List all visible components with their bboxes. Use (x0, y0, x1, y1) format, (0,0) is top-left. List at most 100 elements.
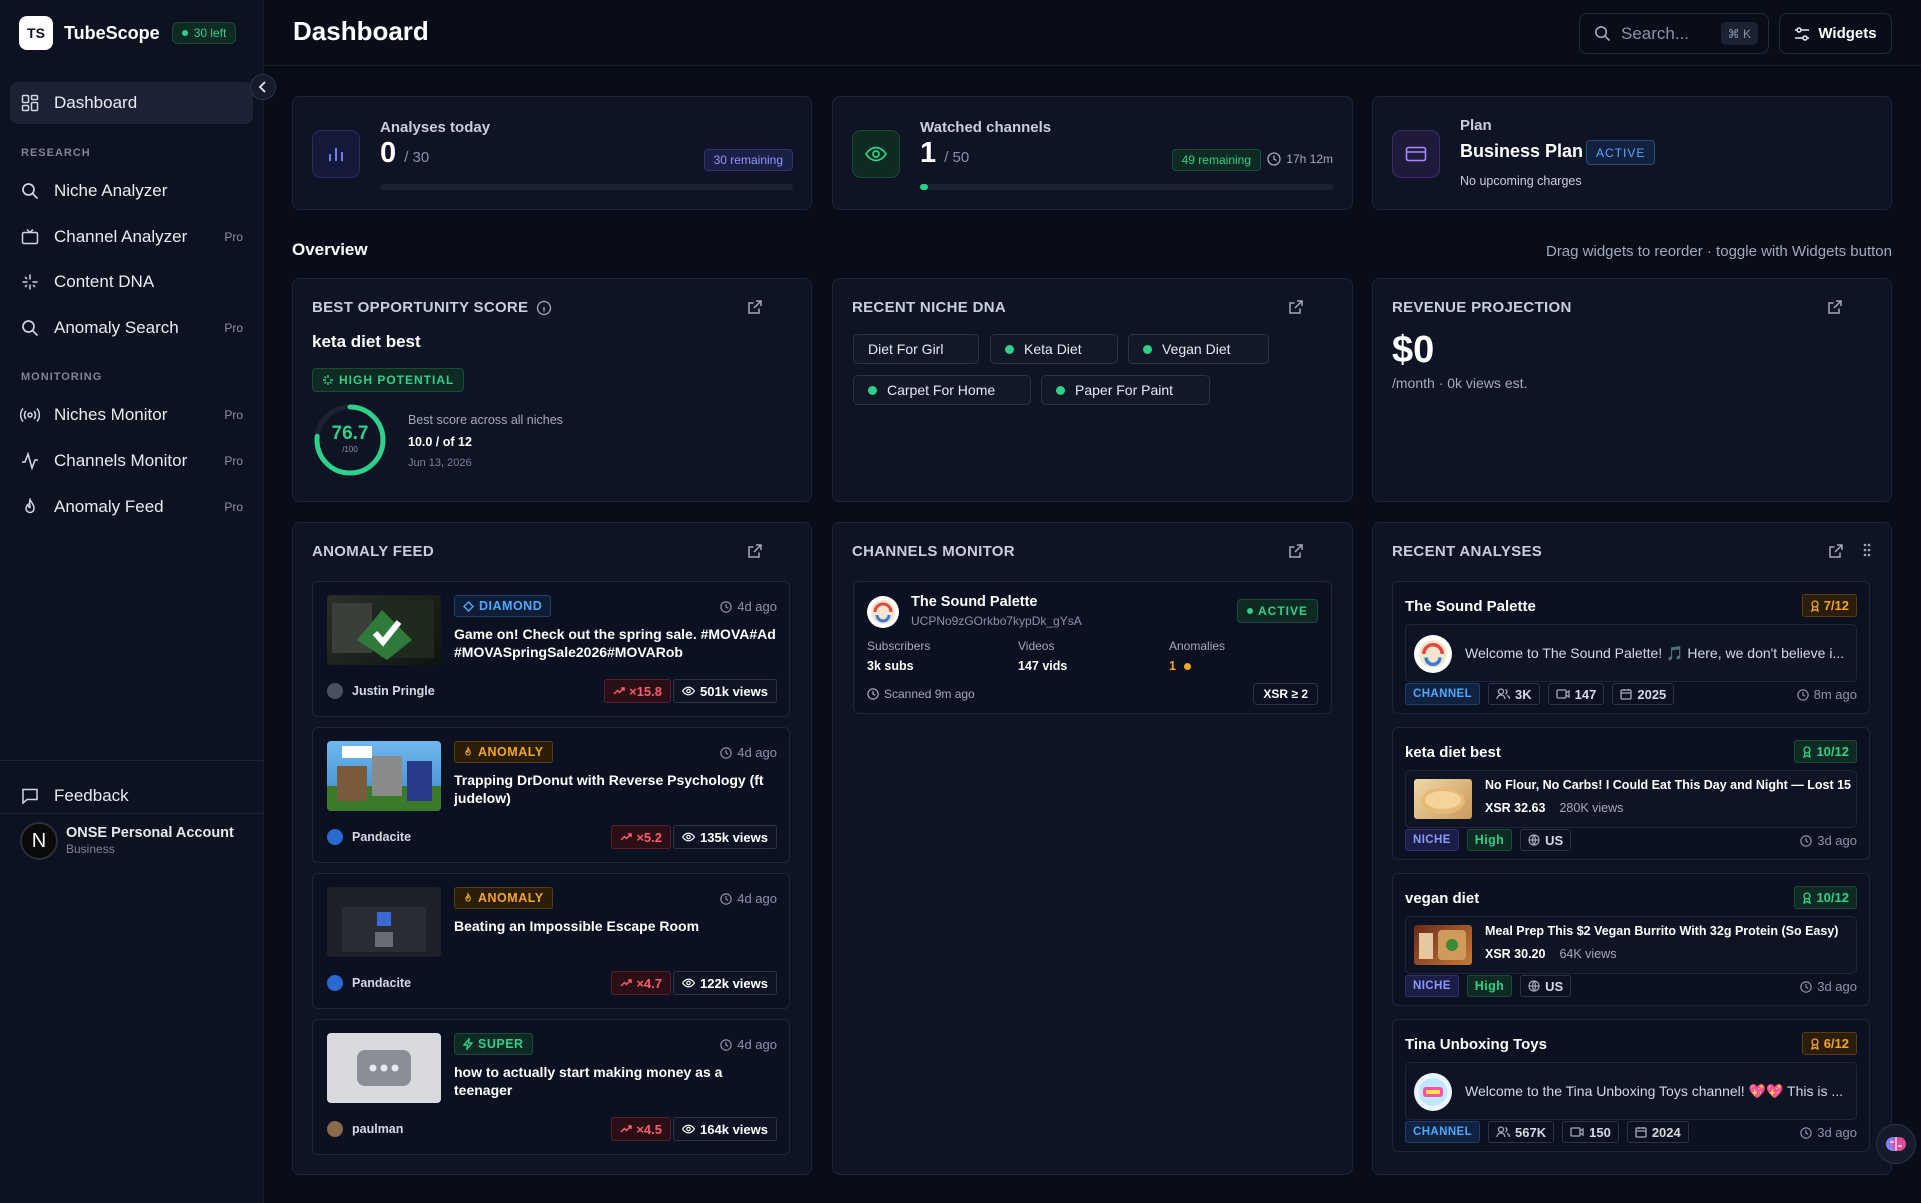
calendar-icon (1635, 1126, 1647, 1138)
chip-text: US (1545, 832, 1564, 848)
sidebar-item-content-dna[interactable]: Content DNA (10, 261, 253, 303)
author-name: Justin Pringle (352, 684, 435, 698)
sidebar-item-niches-monitor[interactable]: Niches Monitor Pro (10, 394, 253, 436)
credit-card-icon (1392, 130, 1440, 178)
sidebar-item-channel-analyzer[interactable]: Channel Analyzer Pro (10, 216, 253, 258)
status-dot (1005, 344, 1014, 354)
sidebar-item-anomaly-search[interactable]: Anomaly Search Pro (10, 307, 253, 349)
anomaly-item[interactable]: DIAMOND 4d ago Game on! Check out the sp… (312, 581, 790, 717)
external-link-icon[interactable] (1288, 543, 1304, 559)
analysis-name: vegan diet (1405, 890, 1480, 907)
remaining-badge: 30 remaining (703, 149, 793, 171)
channel-author[interactable]: Pandacite (327, 829, 411, 845)
channel-author[interactable]: Justin Pringle (327, 683, 435, 699)
time-text: 4d ago (737, 1037, 777, 1052)
score-detail: 10.0 / of 12 (408, 435, 472, 449)
score-badge: 10/12 (1794, 740, 1857, 763)
video-title[interactable]: Trapping DrDonut with Reverse Psychology… (454, 771, 779, 807)
monitored-channel-card[interactable]: The Sound Palette UCPNo9zGOrkbo7kypDk_gY… (853, 581, 1332, 714)
multiplier-text: ×4.7 (636, 975, 662, 991)
collapse-sidebar-button[interactable] (250, 74, 276, 100)
video-title[interactable]: Game on! Check out the spring sale. #MOV… (454, 625, 779, 661)
external-link-icon[interactable] (1827, 299, 1843, 315)
level-badge: High (1466, 975, 1513, 997)
users-icon (1496, 688, 1511, 700)
info-icon[interactable] (536, 300, 552, 316)
widget-recent-analyses[interactable]: RECENT ANALYSES The Sound Palette 7/12 W… (1372, 522, 1892, 1175)
analysis-item[interactable]: keta diet best 10/12 No Flour, No Carbs!… (1392, 727, 1870, 860)
search-input[interactable]: Search... ⌘ K (1579, 13, 1769, 54)
time-ago: 4d ago (720, 891, 777, 906)
niche-tag[interactable]: Carpet For Home (853, 375, 1031, 405)
external-link-icon[interactable] (1288, 299, 1304, 315)
video-title[interactable]: how to actually start making money as a … (454, 1063, 744, 1099)
analysis-item[interactable]: The Sound Palette 7/12 Welcome to The So… (1392, 581, 1870, 714)
channel-description-box: Welcome to The Sound Palette! 🎵 Here, we… (1405, 624, 1857, 682)
stat-label: Plan (1460, 117, 1492, 134)
external-link-icon[interactable] (1828, 543, 1844, 559)
time-text: 4d ago (737, 599, 777, 614)
widget-title: BEST OPPORTUNITY SCORE (312, 299, 552, 316)
assistant-button[interactable] (1876, 1124, 1916, 1164)
score-date: Jun 13, 2026 (408, 457, 472, 469)
award-icon (1810, 1037, 1820, 1050)
subscribers-label: Subscribers (867, 639, 931, 653)
niche-tag[interactable]: Diet For Girl (853, 334, 979, 364)
widget-channels-monitor[interactable]: CHANNELS MONITOR The Sound Palette UCPNo… (832, 522, 1353, 1175)
time-ago: 3d ago (1800, 979, 1857, 994)
video-thumbnail (327, 887, 441, 957)
revenue-sub: /month · 0k views est. (1392, 375, 1528, 391)
brand[interactable]: TS TubeScope 30 left (19, 16, 237, 50)
sidebar-item-anomaly-feed[interactable]: Anomaly Feed Pro (10, 486, 253, 528)
badge-text: DIAMOND (479, 599, 543, 613)
widget-anomaly-feed[interactable]: ANOMALY FEED DIAMOND 4d ago Game on! Che… (292, 522, 812, 1175)
video-icon (1570, 1127, 1584, 1137)
analysis-item[interactable]: vegan diet 10/12 Meal Prep This $2 Vegan… (1392, 873, 1870, 1006)
widgets-button[interactable]: Widgets (1779, 13, 1892, 54)
overview-hint: Drag widgets to reorder · toggle with Wi… (1545, 243, 1892, 260)
stat-card-watched: Watched channels 1 / 50 49 remaining 17h… (832, 96, 1353, 210)
eye-icon (682, 978, 696, 988)
videos-chip: 150 (1562, 1121, 1619, 1143)
external-link-icon[interactable] (747, 299, 763, 315)
pro-badge: Pro (224, 230, 243, 244)
zap-icon (463, 1038, 473, 1050)
niche-tag[interactable]: Paper For Paint (1041, 375, 1210, 405)
sidebar-item-label: Anomaly Feed (54, 497, 164, 516)
drag-handle-icon[interactable] (1863, 543, 1871, 557)
channel-author[interactable]: Pandacite (327, 975, 411, 991)
widget-best-opportunity[interactable]: BEST OPPORTUNITY SCORE keta diet best HI… (292, 278, 812, 502)
status-text: ACTIVE (1257, 604, 1308, 618)
search-icon (20, 318, 40, 338)
stat-label: Watched channels (920, 119, 1052, 136)
niche-tag[interactable]: Keta Diet (990, 334, 1118, 364)
research-heading: RESEARCH (21, 147, 91, 159)
anomaly-item[interactable]: ANOMALY 4d ago Beating an Impossible Esc… (312, 873, 790, 1009)
status-dot (1056, 385, 1065, 395)
anomaly-item[interactable]: SUPER 4d ago how to actually start makin… (312, 1019, 790, 1155)
sidebar-item-niche-analyzer[interactable]: Niche Analyzer (10, 170, 253, 212)
badge-anomaly: ANOMALY (454, 741, 553, 763)
message-icon (20, 786, 40, 806)
app-root: TS TubeScope 30 left Dashboard RESEARCH … (0, 0, 1921, 1203)
video-title[interactable]: Beating an Impossible Escape Room (454, 917, 779, 935)
views-text: 164k views (700, 1121, 768, 1137)
account-switcher[interactable]: N ONSE Personal Account Business (20, 822, 234, 860)
analysis-item[interactable]: Tina Unboxing Toys 6/12 Welcome to the T… (1392, 1019, 1870, 1152)
top-video-box: Meal Prep This $2 Vegan Burrito With 32g… (1405, 916, 1857, 974)
widget-revenue-projection[interactable]: REVENUE PROJECTION $0 /month · 0k views … (1372, 278, 1892, 502)
page-title: Dashboard (293, 16, 429, 46)
anomaly-item[interactable]: ANOMALY 4d ago Trapping DrDonut with Rev… (312, 727, 790, 863)
score-text: 6/12 (1823, 1036, 1849, 1051)
niche-tag[interactable]: Vegan Diet (1128, 334, 1269, 364)
sidebar-item-dashboard[interactable]: Dashboard (10, 82, 253, 124)
clock-icon (720, 1038, 732, 1051)
channel-author[interactable]: paulman (327, 1121, 403, 1137)
badge-text: SUPER (478, 1037, 524, 1051)
external-link-icon[interactable] (747, 543, 763, 559)
clock-icon (720, 746, 732, 759)
sidebar-item-channels-monitor[interactable]: Channels Monitor Pro (10, 440, 253, 482)
sidebar-item-feedback[interactable]: Feedback (10, 775, 253, 817)
widget-recent-niche-dna[interactable]: RECENT NICHE DNA Diet For Girl Keta Diet… (832, 278, 1353, 502)
year-chip: 2024 (1626, 1121, 1689, 1143)
